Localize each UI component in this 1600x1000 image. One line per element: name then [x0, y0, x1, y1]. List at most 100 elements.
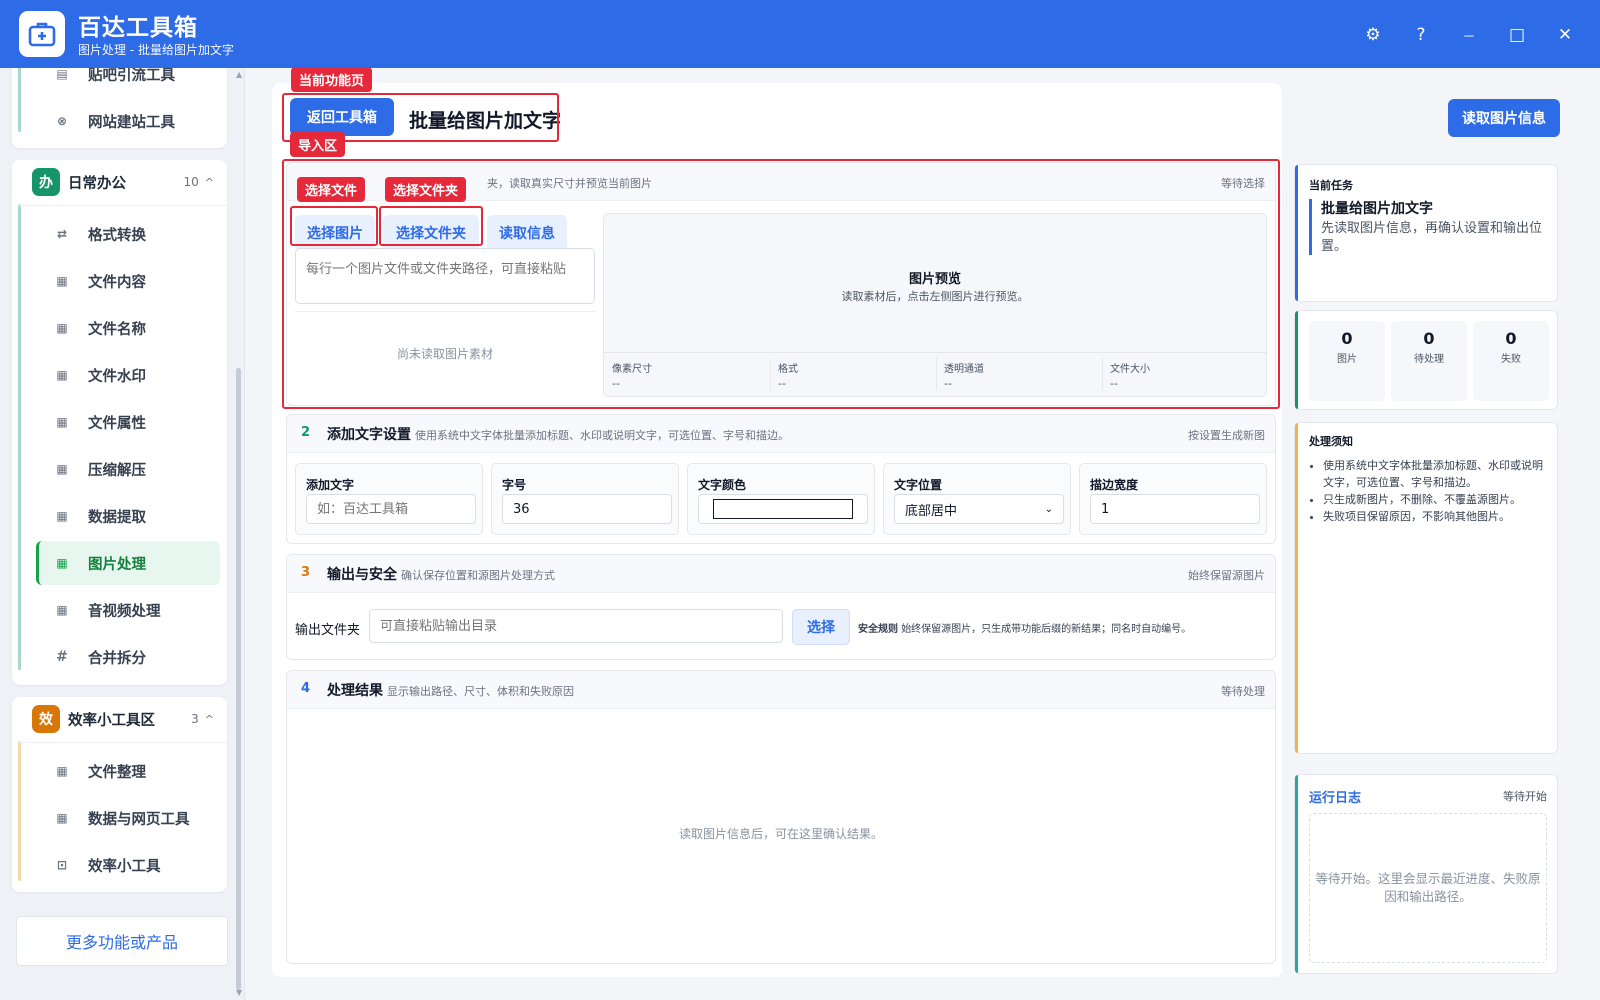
section-title: 处理结果	[327, 683, 383, 699]
office-badge-icon: 办	[32, 168, 60, 196]
sidebar-item-av-processing[interactable]: ▦ 音视频处理	[24, 588, 220, 632]
safety-rule: 安全规则 始终保留源图片，只生成带功能后缀的新结果；同名时自动编号。	[858, 620, 1191, 635]
sidebar-item-file-name[interactable]: ▦ 文件名称	[24, 306, 220, 350]
section-title: 添加文字设置	[327, 427, 411, 443]
minimize-icon[interactable]: －	[1454, 20, 1484, 50]
toolbox-icon: ⊡	[56, 858, 68, 872]
sidebar-item-data-extract[interactable]: ▦ 数据提取	[24, 494, 220, 538]
log-area[interactable]: 等待开始。这里会显示最近进度、失败原因和输出路径。	[1309, 813, 1547, 963]
import-status: 等待选择	[1221, 177, 1265, 190]
output-folder-input[interactable]	[369, 609, 783, 643]
toolbox-logo-icon	[19, 11, 65, 57]
preview-hint: 读取素材后，点击左侧图片进行预览。	[841, 290, 1029, 303]
divider	[604, 352, 1266, 353]
results-empty-text: 读取图片信息后，可在这里确认结果。	[678, 827, 883, 841]
stats-card: 0 图片 0 待处理 0 失败	[1294, 310, 1558, 410]
sidebar-item-label: 音视频处理	[88, 603, 161, 620]
overlay-text-input[interactable]	[306, 494, 476, 524]
image-path-input[interactable]	[295, 248, 595, 304]
image-list-empty-text: 尚未读取图片素材	[397, 347, 494, 361]
font-size-card: 字号 36	[491, 463, 679, 535]
section-number: 2	[301, 425, 311, 440]
sidebar-item-efficiency-tools[interactable]: ⊡ 效率小工具	[24, 843, 220, 887]
field-label: 添加文字	[306, 478, 355, 492]
sidebar-item-merge-split[interactable]: # 合并拆分	[24, 635, 220, 679]
swap-icon: ⇄	[56, 227, 68, 241]
more-products-button[interactable]: 更多功能或产品	[16, 916, 228, 966]
text-position-card: 文字位置 底部居中 ⌄	[883, 463, 1071, 535]
choose-output-button[interactable]: 选择	[792, 609, 850, 645]
field-label: 描边宽度	[1090, 478, 1139, 492]
results-section-header: 4 处理结果 显示输出路径、尺寸、体积和失败原因 等待处理	[287, 671, 1275, 709]
grid-icon: ▦	[56, 811, 68, 825]
stat-label: 失败	[1501, 354, 1521, 365]
sidebar-item-file-content[interactable]: ▦ 文件内容	[24, 259, 220, 303]
group-count: 10	[183, 175, 199, 189]
divider	[295, 311, 595, 312]
back-to-toolbox-button[interactable]: 返回工具箱	[290, 98, 394, 136]
sidebar-item-tieba[interactable]: ▤ 贴吧引流工具	[24, 68, 220, 96]
sidebar-item-file-organize[interactable]: ▦ 文件整理	[24, 749, 220, 793]
annotation-tag-select-file: 选择文件	[297, 177, 366, 202]
collapse-caret-icon[interactable]: ^	[205, 713, 214, 726]
sidebar-item-image-processing[interactable]: ▦ 图片处理	[36, 541, 220, 585]
grid-icon: ▦	[56, 764, 68, 778]
sidebar-item-label: 文件水印	[88, 368, 146, 385]
divider	[18, 205, 227, 206]
text-position-select[interactable]: 底部居中 ⌄	[894, 494, 1064, 524]
sidebar-item-label: 图片处理	[88, 556, 146, 573]
pick-images-button[interactable]: 选择图片	[295, 215, 375, 251]
chevron-down-icon: ⌄	[1044, 503, 1053, 515]
meta-alpha: 透明通道 --	[944, 360, 1104, 390]
font-size-input[interactable]: 36	[502, 494, 672, 524]
sidebar-item-website[interactable]: ⊗ 网站建站工具	[24, 99, 220, 143]
scroll-up-icon[interactable]: ▲	[236, 70, 242, 79]
read-image-info-button[interactable]: 读取图片信息	[1448, 99, 1560, 137]
scroll-down-icon[interactable]: ▼	[236, 988, 242, 997]
sidebar-item-file-watermark[interactable]: ▦ 文件水印	[24, 353, 220, 397]
section-description: 显示输出路径、尺寸、体积和失败原因	[387, 685, 574, 698]
stat-value: 0	[1505, 329, 1517, 348]
section-status: 始终保留源图片	[1188, 569, 1265, 582]
stroke-width-input[interactable]: 1	[1090, 494, 1260, 524]
sidebar-scrollbar[interactable]	[236, 368, 241, 990]
collapse-caret-icon[interactable]: ^	[205, 176, 214, 189]
current-task-card: 当前任务 批量给图片加文字 先读取图片信息，再确认设置和输出位置。	[1294, 164, 1558, 302]
group-header-office[interactable]: 办 日常办公 10 ^	[18, 160, 228, 204]
stat-label: 待处理	[1414, 354, 1444, 365]
grid-icon: ▦	[56, 415, 68, 429]
meta-format: 格式 --	[778, 360, 938, 390]
settings-gear-icon[interactable]: ⚙	[1358, 20, 1388, 50]
output-section-header: 3 输出与安全 确认保存位置和源图片处理方式 始终保留源图片	[287, 555, 1275, 593]
section-number: 3	[301, 565, 311, 580]
field-label: 字号	[502, 478, 527, 492]
output-section: 3 输出与安全 确认保存位置和源图片处理方式 始终保留源图片 输出文件夹 选择 …	[286, 554, 1276, 660]
sidebar-item-compress[interactable]: ▦ 压缩解压	[24, 447, 220, 491]
results-section: 4 处理结果 显示输出路径、尺寸、体积和失败原因 等待处理 读取图片信息后，可在…	[286, 670, 1276, 964]
sidebar-item-label: 效率小工具	[88, 858, 161, 875]
maximize-icon[interactable]: □	[1502, 20, 1532, 50]
run-log-card: 运行日志 等待开始 等待开始。这里会显示最近进度、失败原因和输出路径。	[1294, 774, 1558, 974]
sidebar-item-label: 文件属性	[88, 415, 146, 432]
annotation-tag-select-folder: 选择文件夹	[385, 177, 467, 202]
stat-label: 图片	[1337, 354, 1357, 365]
meta-label: 像素尺寸	[612, 364, 652, 375]
note-item: 只生成新图片，不删除、不覆盖源图片。	[1323, 491, 1549, 508]
sidebar-item-data-web-tools[interactable]: ▦ 数据与网页工具	[24, 796, 220, 840]
text-color-picker[interactable]	[698, 494, 868, 524]
group-header-efficiency[interactable]: 效 效率小工具区 3 ^	[18, 697, 228, 741]
log-title: 运行日志	[1309, 791, 1362, 806]
pick-folder-button[interactable]: 选择文件夹	[383, 215, 479, 251]
stat-images: 0 图片	[1309, 321, 1385, 401]
divider	[1102, 358, 1103, 390]
help-icon[interactable]: ?	[1406, 20, 1436, 50]
read-info-button[interactable]: 读取信息	[487, 215, 567, 251]
close-icon[interactable]: ✕	[1550, 20, 1580, 50]
safety-rule-title: 安全规则	[858, 624, 898, 635]
sidebar-item-file-properties[interactable]: ▦ 文件属性	[24, 400, 220, 444]
sidebar-item-format-convert[interactable]: ⇄ 格式转换	[24, 212, 220, 256]
log-empty-text: 等待开始。这里会显示最近进度、失败原因和输出路径。	[1315, 871, 1541, 904]
meta-label: 透明通道	[944, 364, 984, 375]
stat-value: 0	[1423, 329, 1435, 348]
app-title: 百达工具箱	[78, 15, 198, 41]
